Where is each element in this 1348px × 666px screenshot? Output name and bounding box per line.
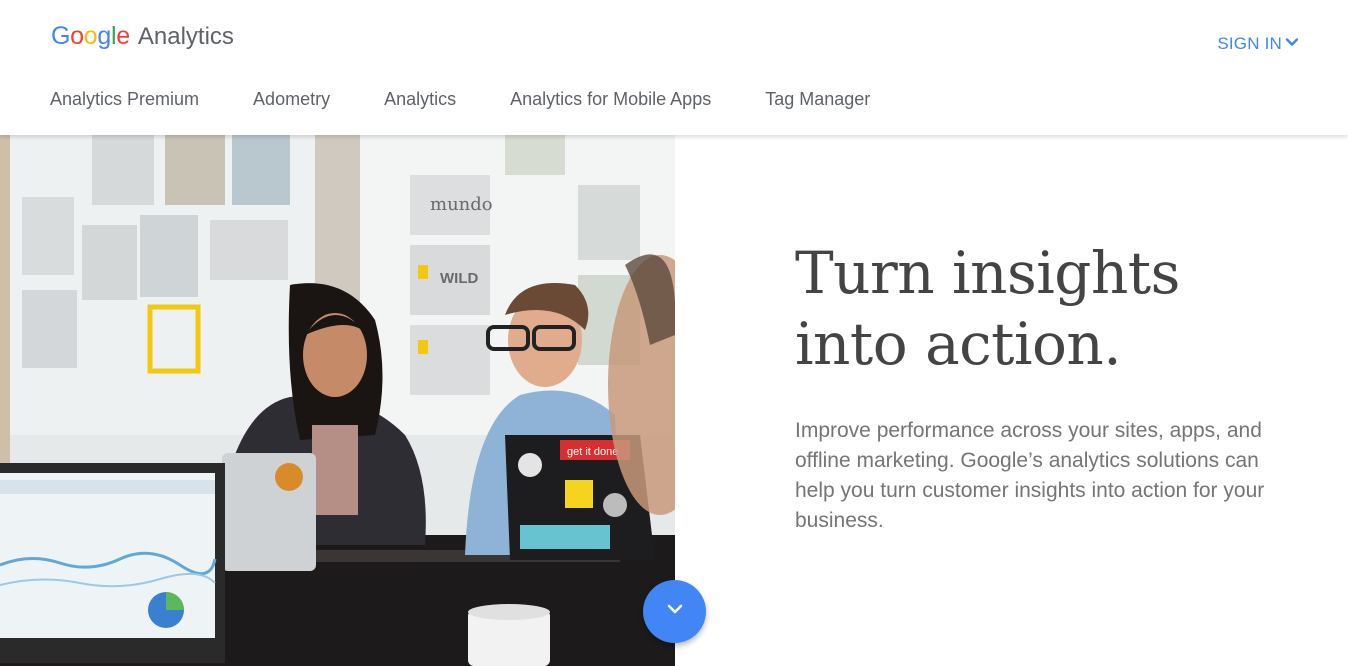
sign-in-button[interactable]: SIGN IN bbox=[1217, 33, 1299, 55]
google-wordmark: Google bbox=[51, 22, 130, 51]
nav-item-analytics-premium[interactable]: Analytics Premium bbox=[50, 89, 199, 110]
product-nav: Analytics Premium Adometry Analytics Ana… bbox=[50, 84, 924, 114]
logo-letter: o bbox=[83, 22, 98, 50]
hero-subtitle: Improve performance across your sites, a… bbox=[795, 419, 1265, 532]
hero-title-line-1: Turn insights bbox=[795, 239, 1180, 307]
hero-copy: Turn insights into action. Improve perfo… bbox=[795, 238, 1315, 536]
sticker-text: get it done bbox=[567, 446, 618, 458]
wall-label-wild: WILD bbox=[440, 270, 478, 287]
logo-letter: e bbox=[116, 22, 130, 50]
nav-item-analytics[interactable]: Analytics bbox=[384, 89, 456, 110]
hero-title-line-2: into action. bbox=[795, 310, 1122, 378]
logo-letter: g bbox=[97, 22, 111, 50]
logo-letter: G bbox=[51, 22, 71, 50]
nav-item-tag-manager[interactable]: Tag Manager bbox=[765, 89, 870, 110]
scroll-down-button[interactable] bbox=[643, 580, 706, 643]
hero-photo: mundo WILD get it done bbox=[0, 135, 675, 666]
logo-letter: o bbox=[70, 22, 84, 50]
nav-item-analytics-mobile-apps[interactable]: Analytics for Mobile Apps bbox=[510, 89, 711, 110]
wall-label-mundo: mundo bbox=[430, 194, 493, 215]
google-analytics-logo[interactable]: Google Analytics bbox=[51, 22, 234, 54]
sign-in-label: SIGN IN bbox=[1217, 34, 1282, 53]
chevron-down-icon bbox=[1285, 34, 1299, 54]
nav-item-adometry[interactable]: Adometry bbox=[253, 89, 330, 110]
site-header: Google Analytics SIGN IN Analytics Premi… bbox=[0, 0, 1348, 135]
chevron-down-icon bbox=[665, 599, 685, 624]
product-name: Analytics bbox=[137, 23, 234, 50]
office-scene-illustration: mundo WILD get it done bbox=[0, 135, 675, 666]
hero-title: Turn insights into action. bbox=[795, 238, 1315, 380]
